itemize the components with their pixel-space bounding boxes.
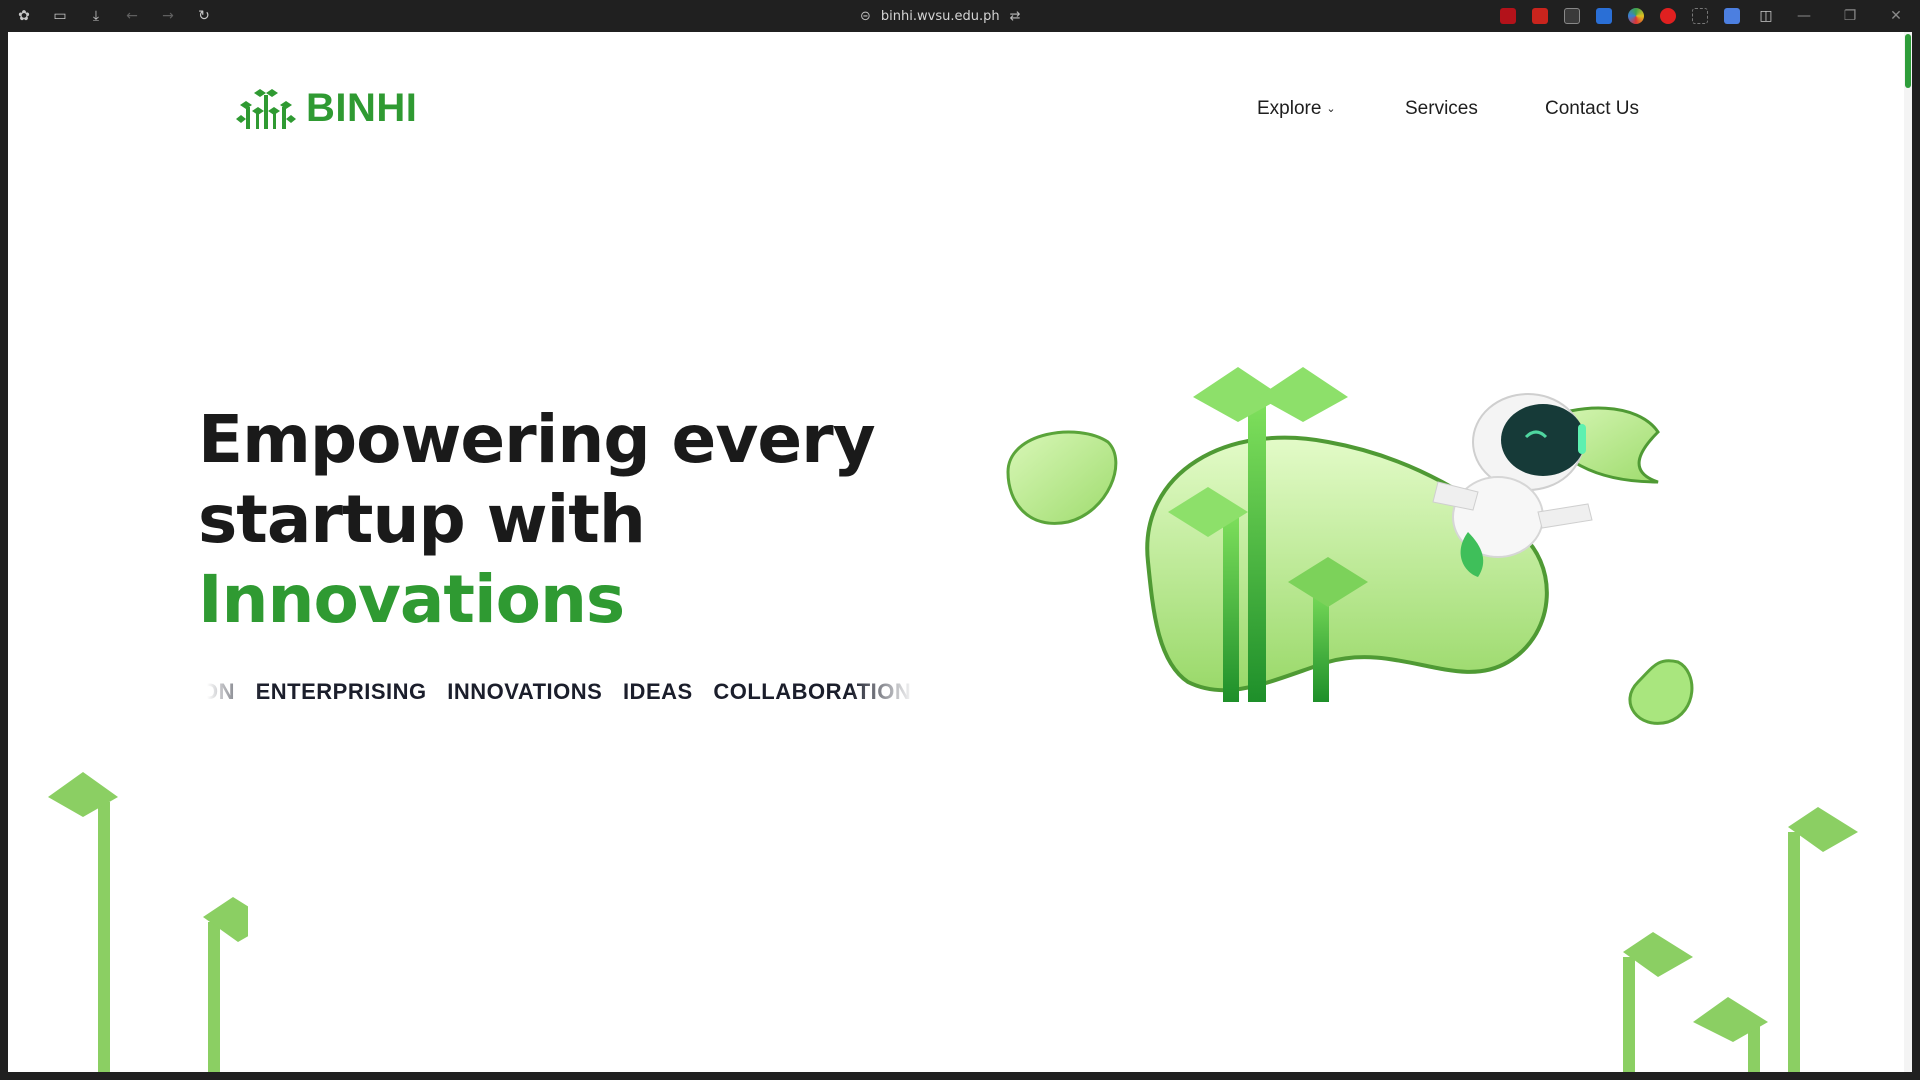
youtube-icon[interactable]	[1660, 8, 1676, 24]
reload-icon[interactable]: ↻	[194, 6, 214, 26]
color-extension-icon[interactable]	[1628, 8, 1644, 24]
browser-toolbar: ✿ ▭ ⤓ ← → ↻ ⊝ binhi.wvsu.edu.ph ⇄ ◫ — ❐ …	[0, 0, 1920, 32]
site-logo[interactable]: BINHI	[236, 86, 417, 131]
page-scrollbar[interactable]	[1904, 32, 1912, 1072]
ticker-item: ENTERPRISING	[255, 679, 427, 704]
restore-icon[interactable]: ❐	[1840, 6, 1860, 26]
ticker-item: IDEAS	[622, 679, 693, 704]
sprout-decoration-left	[48, 772, 248, 1072]
hero-title-line1: Empowering every	[198, 401, 876, 478]
hero-illustration	[1006, 367, 1694, 725]
url-text[interactable]: binhi.wvsu.edu.ph	[881, 9, 1000, 24]
minimize-icon[interactable]: —	[1794, 6, 1814, 26]
page-viewport: BINHI Explore ⌄ Services Contact Us Empo…	[8, 32, 1912, 1072]
forward-arrow-icon[interactable]: →	[158, 6, 178, 26]
sidebar-toggle-icon[interactable]: ▭	[50, 6, 70, 26]
nav-explore-label: Explore	[1257, 98, 1322, 119]
nav-contact-us[interactable]: Contact Us	[1545, 98, 1639, 120]
screenshot-icon[interactable]	[1692, 8, 1708, 24]
nav-explore[interactable]: Explore ⌄	[1257, 98, 1336, 120]
binhi-logo-icon	[236, 88, 296, 129]
hero-title-highlight: Innovations	[198, 561, 625, 638]
nav-services[interactable]: Services	[1405, 98, 1478, 120]
download-icon[interactable]: ⤓	[86, 6, 106, 26]
translate-icon[interactable]	[1724, 8, 1740, 24]
split-view-icon[interactable]: ◫	[1756, 6, 1776, 26]
chevron-down-icon: ⌄	[1326, 102, 1336, 115]
nav-contact-label: Contact Us	[1545, 98, 1639, 119]
pen-extension-icon[interactable]	[1596, 8, 1612, 24]
address-bar[interactable]: ⊝ binhi.wvsu.edu.ph ⇄	[860, 6, 1020, 26]
link-icon: ⊝	[860, 8, 871, 24]
ublock-icon[interactable]	[1500, 8, 1516, 24]
back-arrow-icon[interactable]: ←	[122, 6, 142, 26]
hero-title: Empowering every startup with Innovation…	[198, 400, 876, 640]
ticker-item: INNOVATIONS	[447, 679, 603, 704]
site-settings-icon[interactable]: ⇄	[1010, 9, 1021, 24]
nav-services-label: Services	[1405, 98, 1478, 119]
keyword-ticker: ON ENTERPRISING INNOVATIONS IDEAS COLLAB…	[201, 672, 921, 712]
app-menu-icon[interactable]: ✿	[14, 6, 34, 26]
scrollbar-thumb[interactable]	[1905, 34, 1911, 88]
hero-title-line2: startup with	[198, 481, 646, 558]
close-icon[interactable]: ✕	[1886, 6, 1906, 26]
sprout-decoration-right	[1623, 807, 1858, 1072]
keyboard-extension-icon[interactable]	[1564, 8, 1580, 24]
logo-text: BINHI	[306, 86, 418, 130]
pdf-icon[interactable]	[1532, 8, 1548, 24]
